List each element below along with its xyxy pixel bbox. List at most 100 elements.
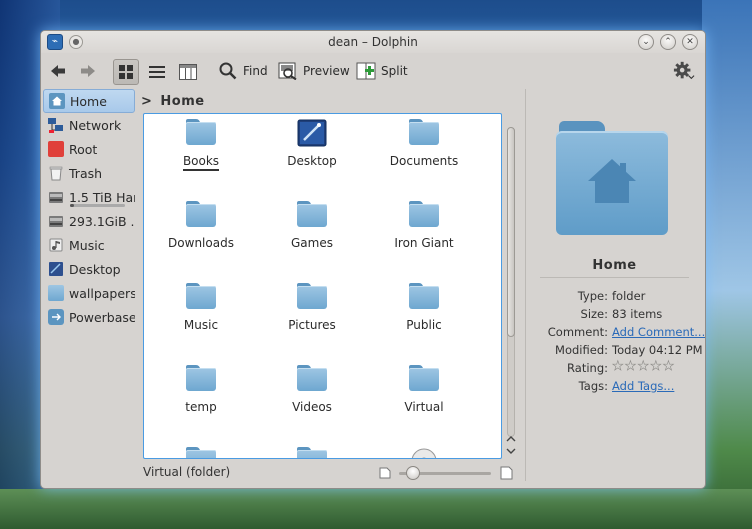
columns-icon: [179, 64, 197, 80]
preview-button[interactable]: Preview: [277, 59, 350, 83]
file-item[interactable]: Music: [146, 280, 256, 350]
file-item[interactable]: Virtual: [369, 362, 479, 432]
place-desktop[interactable]: Desktop: [43, 257, 135, 281]
folder-icon: [186, 201, 216, 227]
place-label: Music: [69, 237, 105, 253]
place-root[interactable]: Root: [43, 137, 135, 161]
file-item[interactable]: Public: [369, 280, 479, 350]
place-label: wallpapers: [69, 285, 135, 301]
file-item[interactable]: Books: [146, 116, 256, 186]
network-icon: [48, 117, 64, 133]
place-label: 293.1GiB ...: [69, 213, 135, 229]
place-home[interactable]: Home: [43, 89, 135, 113]
settings-menu-button[interactable]: [673, 59, 695, 83]
star-icon[interactable]: ★: [624, 359, 636, 375]
scroll-down-icon[interactable]: [506, 447, 516, 455]
star-icon[interactable]: ★: [612, 359, 624, 375]
info-key: Rating:: [567, 361, 608, 375]
columns-view-button[interactable]: [175, 59, 201, 85]
titlebar[interactable]: ⌁ ● dean – Dolphin ⌄ ⌃ ✕: [41, 31, 705, 53]
home-icon: [49, 93, 65, 109]
file-name: Desktop: [287, 154, 337, 168]
file-item[interactable]: Downloads: [146, 198, 256, 268]
file-item[interactable]: [369, 444, 479, 458]
file-item[interactable]: Games: [257, 198, 367, 268]
search-icon: [217, 60, 239, 82]
zoom-in-icon[interactable]: [500, 466, 513, 480]
music-icon: [48, 237, 64, 253]
file-name: Public: [406, 318, 442, 332]
place-trash[interactable]: Trash: [43, 161, 135, 185]
window-title: dean – Dolphin: [328, 35, 418, 49]
folder-icon: [297, 283, 327, 309]
vertical-scrollbar[interactable]: [504, 113, 518, 459]
place-drive-1[interactable]: 1.5 TiB Har...: [43, 185, 135, 209]
place-network[interactable]: Network: [43, 113, 135, 137]
hard-drive-icon: [48, 189, 64, 205]
maximize-button[interactable]: ⌃: [660, 34, 676, 50]
folder-icon: [297, 201, 327, 227]
file-name: Iron Giant: [394, 236, 454, 250]
grid-icon: [119, 65, 133, 79]
icons-view-button[interactable]: [113, 59, 139, 85]
place-wallpapers[interactable]: wallpapers: [43, 281, 135, 305]
file-name: Videos: [292, 400, 332, 414]
place-label: Trash: [69, 165, 103, 181]
disc-icon: [409, 447, 439, 458]
info-key: Type:: [577, 289, 608, 303]
place-powerbase[interactable]: Powerbase: [43, 305, 135, 329]
breadcrumb-separator[interactable]: >: [141, 94, 152, 109]
home-icon: [588, 159, 636, 203]
place-drive-2[interactable]: 293.1GiB ...: [43, 209, 135, 233]
add-comment-link[interactable]: Add Comment...: [612, 325, 705, 339]
file-item[interactable]: Videos: [257, 362, 367, 432]
breadcrumb-home[interactable]: Home: [160, 94, 204, 109]
place-music[interactable]: Music: [43, 233, 135, 257]
file-name: temp: [185, 400, 217, 414]
file-item[interactable]: Documents: [369, 116, 479, 186]
forward-button[interactable]: [77, 59, 99, 83]
details-view-button[interactable]: [144, 59, 170, 85]
drive-usage-bar: [70, 204, 125, 207]
folder-icon: [186, 365, 216, 391]
close-button[interactable]: ✕: [682, 34, 698, 50]
root-folder-icon: [48, 141, 64, 157]
file-item[interactable]: Pictures: [257, 280, 367, 350]
preview-icon: [277, 60, 299, 82]
place-label: Home: [70, 93, 107, 109]
add-tags-link[interactable]: Add Tags...: [612, 379, 674, 393]
find-label: Find: [243, 64, 268, 78]
split-button[interactable]: Split: [355, 59, 408, 83]
place-label: Network: [69, 117, 122, 133]
info-key: Tags:: [578, 379, 608, 393]
star-icon[interactable]: ★: [662, 359, 674, 375]
zoom-handle[interactable]: [405, 466, 420, 480]
status-text: Virtual (folder): [143, 465, 231, 479]
split-label: Split: [381, 64, 408, 78]
places-panel: Home Network Root Trash 1.5 TiB Har... 2…: [43, 89, 135, 481]
zoom-out-icon[interactable]: [379, 467, 391, 479]
file-item[interactable]: Iron Giant: [369, 198, 479, 268]
scroll-up-icon[interactable]: [506, 435, 516, 443]
file-icon-view[interactable]: Books Desktop Documents Downloads Games …: [143, 113, 502, 459]
rating-stars[interactable]: ★ ★ ★ ★ ★: [612, 359, 675, 375]
place-label: Powerbase: [69, 309, 135, 325]
find-button[interactable]: Find: [217, 59, 268, 83]
info-key: Modified:: [555, 343, 608, 357]
file-name: Downloads: [168, 236, 234, 250]
folder-icon: [186, 119, 216, 145]
folder-icon: [48, 285, 64, 301]
back-button[interactable]: [47, 59, 69, 83]
star-icon[interactable]: ★: [637, 359, 649, 375]
file-name: Documents: [389, 154, 459, 168]
zoom-slider[interactable]: [379, 465, 514, 481]
star-icon[interactable]: ★: [650, 359, 662, 375]
file-item[interactable]: temp: [146, 362, 256, 432]
info-row-size: Size: 83 items: [526, 307, 704, 325]
file-item[interactable]: [146, 444, 256, 458]
minimize-button[interactable]: ⌄: [638, 34, 654, 50]
folder-icon: [297, 365, 327, 391]
file-item[interactable]: [257, 444, 367, 458]
file-item[interactable]: Desktop: [257, 116, 367, 186]
scrollbar-thumb[interactable]: [507, 127, 515, 337]
